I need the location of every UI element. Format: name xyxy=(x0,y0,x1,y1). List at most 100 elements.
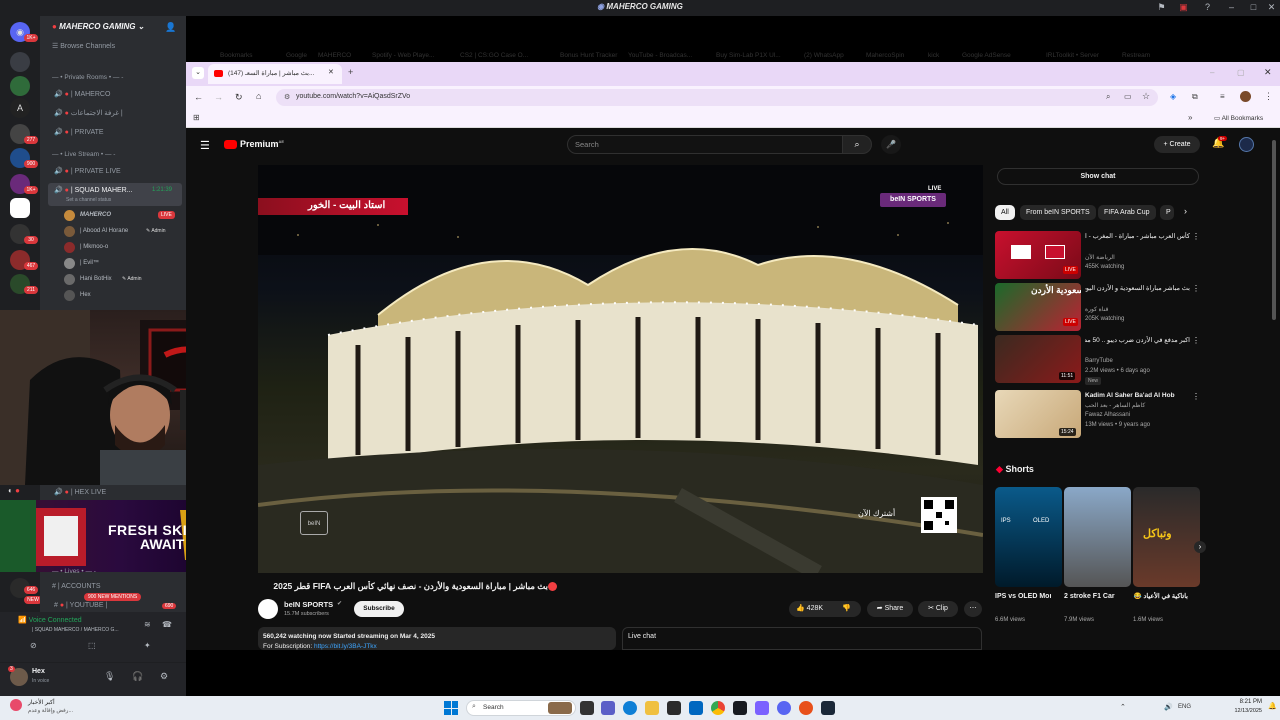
copilot-icon[interactable] xyxy=(601,701,615,715)
rec-channel[interactable]: قناة كورة xyxy=(1085,306,1108,313)
rec-menu-icon[interactable]: ⋮ xyxy=(1192,284,1200,293)
rec-title[interactable]: كأس العرب مباشر - مباراة - المغرب - الإم… xyxy=(1085,232,1190,240)
chevron-right-icon[interactable]: › xyxy=(1184,206,1187,216)
bookmark-item[interactable]: Restream xyxy=(1122,52,1150,59)
extensions-icon[interactable]: ⧉ xyxy=(1192,92,1198,102)
channel-name[interactable]: beIN SPORTS xyxy=(284,600,333,609)
bookmark-item[interactable]: (2) WhatsApp xyxy=(804,52,844,59)
show-chat-button[interactable]: Show chat xyxy=(997,168,1199,185)
bookmark-item[interactable]: MahercoSpin xyxy=(866,52,904,59)
browse-channels[interactable]: ☰ Browse Channels xyxy=(52,42,115,50)
channel-item[interactable]: # | ACCOUNTS xyxy=(52,583,101,590)
category-lives[interactable]: — • Lives • — - xyxy=(52,568,96,575)
reload-icon[interactable]: ↻ xyxy=(235,92,243,103)
chip-fifa-arab-cup[interactable]: FIFA Arab Cup xyxy=(1098,205,1156,220)
more-icon[interactable]: ⋯ xyxy=(964,601,982,617)
rec-channel[interactable]: Fawaz Alhassani xyxy=(1085,412,1130,418)
voice-user[interactable]: | Evil™ xyxy=(80,260,99,266)
windows-start-icon[interactable] xyxy=(444,701,458,715)
search-icon[interactable]: ⌕ xyxy=(842,135,872,154)
camera-off-icon[interactable]: ⊘ xyxy=(30,641,37,650)
server-icon[interactable] xyxy=(10,76,30,96)
steam-icon[interactable] xyxy=(821,701,835,715)
hamburger-icon[interactable]: ☰ xyxy=(200,139,210,152)
server-icon[interactable] xyxy=(10,52,30,72)
screen-share-icon[interactable]: ⬚ xyxy=(88,641,96,650)
minimize-icon[interactable]: – xyxy=(1226,2,1237,13)
short-thumbnail[interactable] xyxy=(1064,487,1131,587)
back-icon[interactable]: ← xyxy=(194,92,203,102)
noise-icon[interactable]: ≋ xyxy=(144,620,151,629)
bookmark-item[interactable]: CS2 | CS:GO Case O... xyxy=(460,52,528,59)
steam-icon[interactable] xyxy=(733,701,747,715)
channel-item[interactable]: 🔊 ● | MAHERCO xyxy=(54,90,110,98)
rec-title[interactable]: بث مباشر مباراة السعودية و الأردن اليوم … xyxy=(1085,284,1190,292)
channel-item[interactable]: 🔊 ● | HEX LIVE xyxy=(54,488,106,496)
channel-item[interactable]: # ● | YOUTUBE | xyxy=(54,602,107,609)
short-title[interactable]: IPS vs OLED Monitor 😮 xyxy=(995,592,1051,602)
extension-icon[interactable]: ◈ xyxy=(1170,92,1176,101)
home-icon[interactable]: ⌂ xyxy=(256,91,261,101)
video-player[interactable]: استاد البيت - الخور beIN SPORTS LIVE أشت… xyxy=(258,165,983,573)
short-title[interactable]: باتاكية في الأعياد 😂 الجزائر جديد xyxy=(1133,592,1188,602)
bookmark-item[interactable]: Buy Sim-Lab P1X Ul... xyxy=(716,52,781,59)
bookmark-item[interactable]: Bonus Hunt Tracker xyxy=(560,52,617,59)
screen-icon[interactable]: ▣ xyxy=(1178,2,1189,13)
file-explorer-icon[interactable] xyxy=(645,701,659,715)
voice-user[interactable]: Hex xyxy=(80,292,91,298)
tray-chevron-icon[interactable]: ⌃ xyxy=(1120,703,1126,711)
bookmark-item[interactable]: kick xyxy=(928,52,939,59)
channel-status[interactable]: Set a channel status xyxy=(66,197,111,203)
voice-user[interactable]: MAHERCO xyxy=(80,212,111,218)
bookmark-item[interactable]: YouTube - Broadcas... xyxy=(628,52,692,59)
settings-icon[interactable]: ⚙ xyxy=(160,671,168,682)
voice-user[interactable]: | Mkmoo-o xyxy=(80,244,108,250)
disconnect-icon[interactable]: ☎ xyxy=(162,620,172,629)
headphones-icon[interactable]: 🎧 xyxy=(132,671,143,682)
server-icon[interactable]: A xyxy=(10,98,30,118)
voice-channel-name[interactable]: | SQUAD MAHERCO / MAHERCO G... xyxy=(32,627,119,633)
bookmark-item[interactable]: Spotify - Web Playe... xyxy=(372,52,434,59)
channel-item[interactable]: 🔊 ● | PRIVATE xyxy=(54,128,104,136)
clock-time[interactable]: 8:21 PM xyxy=(1232,699,1262,705)
clip-button[interactable]: ✂ Clip xyxy=(918,601,958,617)
short-thumbnail[interactable]: IPS OLED xyxy=(995,487,1062,587)
server-name[interactable]: ● MAHERCO GAMING ⌄ xyxy=(52,22,144,31)
menu-icon[interactable]: ⋮ xyxy=(1264,91,1273,102)
chrome-icon[interactable] xyxy=(711,701,725,715)
category-private-rooms[interactable]: — • Private Rooms • — - xyxy=(52,74,123,81)
short-thumbnail[interactable]: وتباكل xyxy=(1133,487,1200,587)
activities-icon[interactable]: ✦ xyxy=(144,641,151,650)
clock-date[interactable]: 12/13/2025 xyxy=(1224,708,1262,714)
profile-avatar[interactable] xyxy=(1240,91,1251,102)
create-button[interactable]: + Create xyxy=(1154,136,1200,153)
subscription-link[interactable]: https://bit.ly/3BA-JTkx xyxy=(314,643,377,650)
mic-icon[interactable]: 🎤 xyxy=(881,135,901,154)
account-avatar[interactable] xyxy=(1239,137,1254,152)
category-live-stream[interactable]: — • Live Stream • — - xyxy=(52,151,115,158)
news-widget-title[interactable]: أكبر الأخبار xyxy=(28,699,55,706)
notifications-icon[interactable]: 🔔 xyxy=(1268,702,1277,710)
minimize-icon[interactable]: – xyxy=(1210,68,1214,77)
rec-title[interactable]: اكبر مدفع في الأردن ضرب ديبو .. 50 مصاب xyxy=(1085,336,1190,344)
rec-channel[interactable]: BarryTube xyxy=(1085,358,1113,364)
channel-avatar[interactable] xyxy=(258,599,278,619)
bookmark-item[interactable]: MAHERCO xyxy=(318,52,351,59)
close-icon[interactable]: ✕ xyxy=(1266,2,1277,13)
discord-icon[interactable] xyxy=(777,701,791,715)
scrollbar[interactable] xyxy=(1272,140,1276,320)
media-icon[interactable]: ≡ xyxy=(1220,92,1225,101)
youtube-logo-text[interactable]: PremiumAE xyxy=(240,139,284,149)
close-icon[interactable]: ✕ xyxy=(1264,67,1272,78)
bookmark-item[interactable]: Google xyxy=(286,52,307,59)
mentions-badge[interactable]: 900 NEW MENTIONS xyxy=(84,593,142,601)
close-tab-icon[interactable]: ✕ xyxy=(328,68,334,76)
rec-menu-icon[interactable]: ⋮ xyxy=(1192,392,1200,401)
mic-icon[interactable]: 🎙 xyxy=(104,671,115,682)
help-icon[interactable]: ? xyxy=(1202,2,1213,13)
inbox-icon[interactable]: ⚑ xyxy=(1156,2,1167,13)
rec-title[interactable]: Kadim Al Saher Ba'ad Al Hob xyxy=(1085,392,1190,399)
chip-all[interactable]: All xyxy=(995,205,1015,220)
rec-channel[interactable]: الرياضة الآن xyxy=(1085,254,1115,261)
forward-icon[interactable]: → xyxy=(214,92,223,102)
